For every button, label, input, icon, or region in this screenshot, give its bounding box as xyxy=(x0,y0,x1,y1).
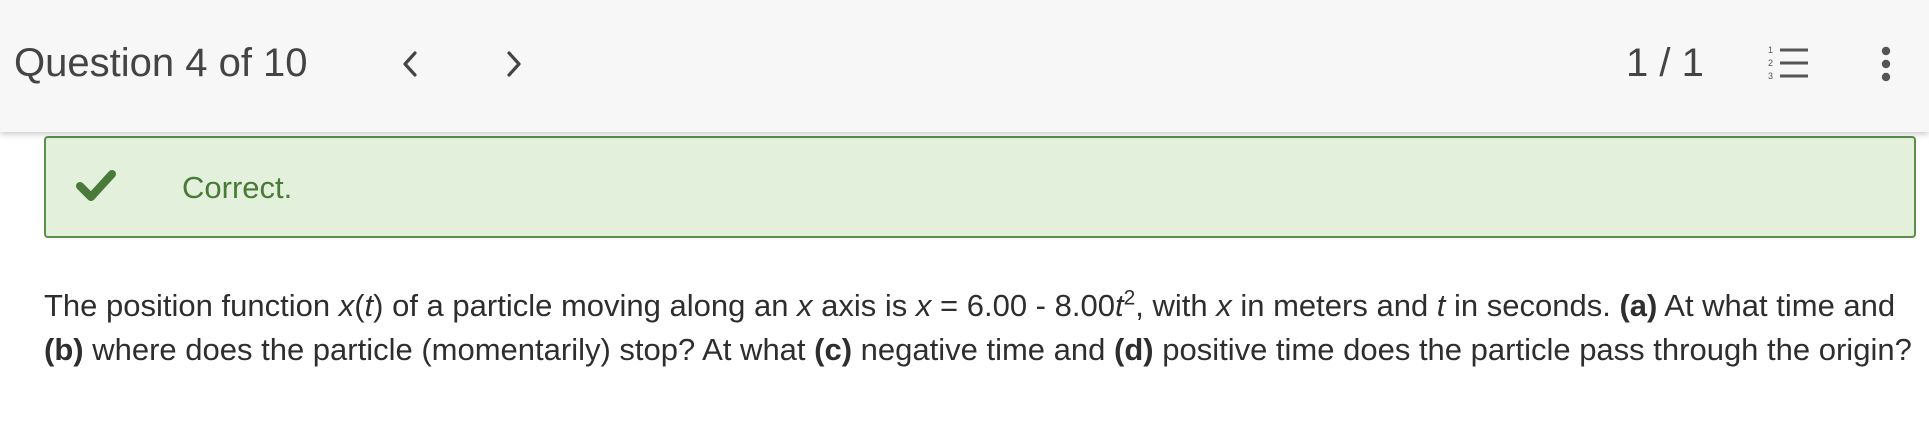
question-header: Question 4 of 10 1 / 1 1 2 3 xyxy=(0,0,1929,132)
svg-text:3: 3 xyxy=(1768,71,1773,81)
question-content: Correct. The position function x(t) of a… xyxy=(14,132,1929,442)
svg-text:2: 2 xyxy=(1768,58,1773,68)
more-options-button[interactable] xyxy=(1868,44,1904,84)
next-question-button[interactable] xyxy=(492,40,536,88)
question-list-button[interactable]: 1 2 3 xyxy=(1766,44,1814,84)
part-counter: 1 / 1 xyxy=(1626,41,1704,85)
svg-text:1: 1 xyxy=(1768,45,1773,55)
question-title: Question 4 of 10 xyxy=(14,41,308,85)
feedback-text: Correct. xyxy=(182,170,293,205)
more-vertical-icon xyxy=(1881,46,1891,82)
previous-question-button[interactable] xyxy=(388,40,432,88)
question-text: The position function x(t) of a particle… xyxy=(44,286,1912,367)
correct-feedback-banner: Correct. xyxy=(44,136,1916,238)
numbered-list-icon: 1 2 3 xyxy=(1768,45,1808,81)
chevron-right-icon xyxy=(507,51,521,77)
chevron-left-icon xyxy=(403,51,417,77)
checkmark-icon xyxy=(76,170,116,201)
